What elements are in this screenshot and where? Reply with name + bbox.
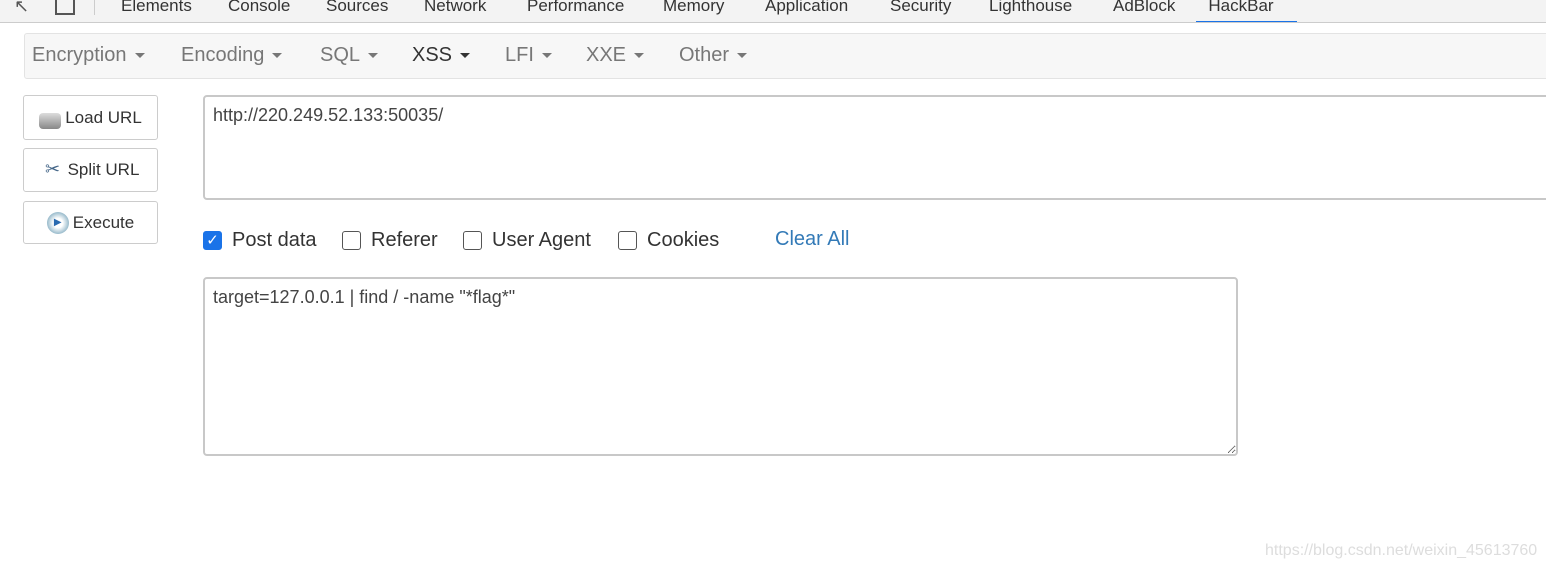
hackbar-menu: Encryption Encoding SQL XSS LFI XXE Othe… bbox=[24, 33, 1546, 79]
tab-memory[interactable]: Memory bbox=[652, 0, 735, 22]
menu-lfi[interactable]: LFI bbox=[505, 44, 552, 67]
clear-all-link[interactable]: Clear All bbox=[775, 228, 849, 251]
play-icon: ▶ bbox=[46, 211, 69, 234]
menu-label: Encoding bbox=[181, 44, 265, 66]
tab-performance[interactable]: Performance bbox=[516, 0, 635, 22]
tab-hackbar[interactable]: HackBar bbox=[1196, 0, 1297, 22]
watermark: https://blog.csdn.net/weixin_45613760 bbox=[1265, 542, 1538, 559]
tab-console[interactable]: Console bbox=[217, 0, 301, 22]
caret-down-icon bbox=[737, 53, 748, 59]
menu-label: SQL bbox=[320, 44, 361, 66]
menu-label: XXE bbox=[586, 44, 627, 66]
scissors-icon: ✂ bbox=[45, 159, 61, 179]
tab-lighthouse[interactable]: Lighthouse bbox=[978, 0, 1083, 22]
referer-checkbox[interactable]: Referer bbox=[342, 229, 438, 252]
device-toolbar-icon[interactable] bbox=[55, 0, 75, 15]
execute-button[interactable]: ▶ Execute bbox=[23, 201, 158, 244]
caret-down-icon bbox=[460, 53, 471, 59]
url-input[interactable]: http://220.249.52.133:50035/ bbox=[203, 95, 1546, 200]
divider bbox=[94, 0, 95, 15]
post-data-checkbox[interactable]: ✓ Post data bbox=[203, 229, 317, 252]
checkbox-icon bbox=[463, 231, 482, 250]
caret-down-icon bbox=[541, 53, 552, 59]
menu-label: XSS bbox=[412, 44, 453, 66]
menu-other[interactable]: Other bbox=[679, 44, 748, 67]
checkbox-label: Cookies bbox=[647, 229, 720, 251]
checkbox-label: Referer bbox=[371, 229, 438, 251]
caret-down-icon bbox=[134, 53, 145, 59]
split-url-button[interactable]: ✂ Split URL bbox=[23, 148, 158, 192]
menu-encoding[interactable]: Encoding bbox=[181, 44, 283, 67]
user-agent-checkbox[interactable]: User Agent bbox=[463, 229, 591, 252]
caret-down-icon bbox=[634, 53, 645, 59]
button-label: Split URL bbox=[67, 160, 140, 179]
cookies-checkbox[interactable]: Cookies bbox=[618, 229, 719, 252]
tab-adblock[interactable]: AdBlock bbox=[1102, 0, 1186, 22]
load-icon bbox=[39, 112, 62, 129]
tab-sources[interactable]: Sources bbox=[315, 0, 399, 22]
menu-xss[interactable]: XSS bbox=[412, 44, 471, 67]
checkbox-icon bbox=[618, 231, 637, 250]
menu-label: Encryption bbox=[32, 44, 127, 66]
menu-encryption[interactable]: Encryption bbox=[32, 44, 145, 67]
button-label: Load URL bbox=[65, 107, 142, 127]
checkbox-label: User Agent bbox=[492, 229, 591, 251]
inspect-icon[interactable]: ↖ bbox=[14, 0, 29, 17]
tab-elements[interactable]: Elements bbox=[110, 0, 203, 22]
menu-label: LFI bbox=[505, 44, 534, 66]
caret-down-icon bbox=[272, 53, 283, 59]
menu-xxe[interactable]: XXE bbox=[586, 44, 645, 67]
checkbox-label: Post data bbox=[232, 229, 317, 251]
post-data-input[interactable]: target=127.0.0.1 | find / -name "*flag*" bbox=[203, 277, 1238, 456]
load-url-button[interactable]: Load URL bbox=[23, 95, 158, 140]
caret-down-icon bbox=[368, 53, 379, 59]
checkbox-checked-icon: ✓ bbox=[203, 231, 222, 250]
menu-sql[interactable]: SQL bbox=[320, 44, 379, 67]
checkbox-icon bbox=[342, 231, 361, 250]
tab-application[interactable]: Application bbox=[754, 0, 859, 22]
tab-network[interactable]: Network bbox=[413, 0, 497, 22]
menu-label: Other bbox=[679, 44, 730, 66]
button-label: Execute bbox=[72, 212, 135, 232]
devtools-tab-bar: ↖ Elements Console Sources Network Perfo… bbox=[0, 0, 1546, 23]
tab-security[interactable]: Security bbox=[879, 0, 962, 22]
